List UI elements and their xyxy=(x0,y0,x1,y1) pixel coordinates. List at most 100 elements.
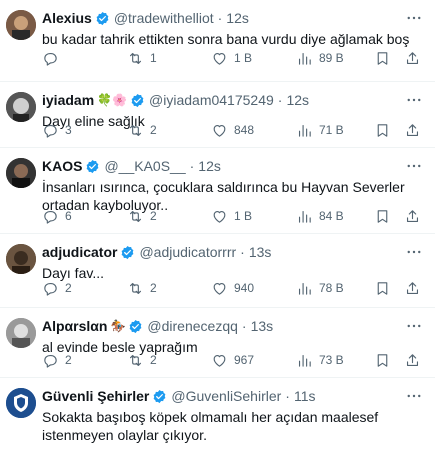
views-button[interactable]: 73 B xyxy=(296,352,344,369)
reply-icon xyxy=(44,282,57,296)
handle[interactable]: @tradewithelliot xyxy=(114,10,214,26)
share-button[interactable] xyxy=(404,280,427,297)
verified-badge-icon xyxy=(96,11,109,25)
bookmark-button[interactable] xyxy=(374,352,397,369)
reply-icon xyxy=(44,354,57,368)
like-button[interactable]: 940 xyxy=(211,280,254,297)
bookmark-icon xyxy=(377,353,388,367)
like-button[interactable]: 967 xyxy=(211,352,254,369)
name-emoji: 🏇 xyxy=(110,319,126,333)
timestamp[interactable]: 13s xyxy=(251,318,274,334)
verified-badge-icon xyxy=(122,245,134,259)
reply-icon xyxy=(44,210,57,224)
analytics-icon xyxy=(298,282,311,295)
tweet[interactable]: KAOS @__KA0S__ · 12s İnsanları ısırınca,… xyxy=(0,148,435,234)
bookmark-button[interactable] xyxy=(374,50,397,67)
handle[interactable]: @adjudicatorrrr xyxy=(139,244,236,260)
bookmark-button[interactable] xyxy=(374,122,397,139)
reply-button[interactable]: 6 xyxy=(42,208,72,225)
retweet-icon xyxy=(129,354,142,366)
avatar[interactable] xyxy=(6,158,36,188)
views-button[interactable]: 89 B xyxy=(296,50,344,67)
tweet-feed: Alexius @tradewithelliot · 12s bu kadar … xyxy=(0,0,435,450)
share-button[interactable] xyxy=(404,122,427,139)
timestamp[interactable]: 13s xyxy=(249,244,272,260)
retweet-button[interactable]: 2 xyxy=(127,280,157,297)
display-name[interactable]: iyiadam xyxy=(42,92,94,108)
reply-button[interactable]: 3 xyxy=(42,122,72,139)
retweet-icon xyxy=(129,282,142,294)
share-icon xyxy=(406,353,419,366)
share-icon xyxy=(406,281,419,294)
bookmark-icon xyxy=(377,51,388,65)
verified-badge-icon xyxy=(154,389,166,403)
like-button[interactable]: 848 xyxy=(211,122,254,139)
tweet[interactable]: iyiadam 🍀🌸 @iyiadam04175249 · 12s Dayı e… xyxy=(0,82,435,148)
display-name[interactable]: Güvenli Şehirler xyxy=(42,388,149,404)
timestamp[interactable]: 12s xyxy=(286,92,309,108)
avatar[interactable] xyxy=(6,388,36,418)
avatar[interactable] xyxy=(6,244,36,274)
bookmark-button[interactable] xyxy=(374,280,397,297)
handle[interactable]: @direnecezqq xyxy=(147,318,238,334)
display-name[interactable]: KAOS xyxy=(42,158,82,174)
like-button[interactable]: 1 B xyxy=(211,208,252,225)
bookmark-icon xyxy=(377,281,388,295)
retweet-button[interactable]: 2 xyxy=(127,122,157,139)
retweet-icon xyxy=(129,124,142,136)
reply-button[interactable] xyxy=(42,50,65,67)
handle[interactable]: @iyiadam04175249 xyxy=(149,92,274,108)
handle[interactable]: @GuvenliSehirler xyxy=(171,388,281,404)
display-name[interactable]: Alpαrslαn xyxy=(42,318,107,334)
retweet-button[interactable]: 2 xyxy=(127,352,157,369)
reply-icon xyxy=(44,124,57,138)
share-button[interactable] xyxy=(404,208,427,225)
tweet-text: bu kadar tahrik ettikten sonra bana vurd… xyxy=(42,31,410,47)
heart-icon xyxy=(213,354,226,367)
analytics-icon xyxy=(298,354,311,367)
display-name[interactable]: adjudicator xyxy=(42,244,117,260)
views-button[interactable]: 71 B xyxy=(296,122,344,139)
retweet-icon xyxy=(129,52,142,64)
timestamp[interactable]: 11s xyxy=(294,388,316,404)
heart-icon xyxy=(213,52,226,65)
more-options-icon[interactable] xyxy=(405,91,423,109)
like-button[interactable]: 1 B xyxy=(211,50,252,67)
reply-button[interactable]: 2 xyxy=(42,280,72,297)
avatar[interactable] xyxy=(6,10,36,40)
share-icon xyxy=(406,123,419,136)
more-options-icon[interactable] xyxy=(405,317,423,335)
more-options-icon[interactable] xyxy=(405,387,423,405)
avatar[interactable] xyxy=(6,318,36,348)
share-button[interactable] xyxy=(404,352,427,369)
display-name[interactable]: Alexius xyxy=(42,10,92,26)
tweet-text: Sokakta başıboş köpek olmamalı her açıda… xyxy=(42,409,379,443)
name-emoji: 🍀🌸 xyxy=(97,93,128,107)
more-options-icon[interactable] xyxy=(405,243,423,261)
share-button[interactable] xyxy=(404,50,427,67)
more-options-icon[interactable] xyxy=(405,157,423,175)
views-button[interactable]: 84 B xyxy=(296,208,344,225)
tweet[interactable]: Alexius @tradewithelliot · 12s bu kadar … xyxy=(0,0,435,82)
timestamp[interactable]: 12s xyxy=(198,158,221,174)
analytics-icon xyxy=(298,210,311,223)
tweet[interactable]: adjudicator @adjudicatorrrr · 13s Dayı f… xyxy=(0,234,435,308)
reply-icon xyxy=(44,52,57,66)
analytics-icon xyxy=(298,124,311,137)
heart-icon xyxy=(213,282,226,295)
retweet-button[interactable]: 2 xyxy=(127,208,157,225)
verified-badge-icon xyxy=(130,319,142,333)
more-options-icon[interactable] xyxy=(405,9,423,27)
analytics-icon xyxy=(298,52,311,65)
bookmark-button[interactable] xyxy=(374,208,397,225)
handle[interactable]: @__KA0S__ xyxy=(104,158,185,174)
reply-button[interactable]: 2 xyxy=(42,352,72,369)
verified-badge-icon xyxy=(87,159,99,173)
shield-logo-icon xyxy=(6,388,36,418)
views-button[interactable]: 78 B xyxy=(296,280,344,297)
tweet[interactable]: Güvenli Şehirler @GuvenliSehirler · 11s … xyxy=(0,378,435,450)
retweet-button[interactable]: 1 xyxy=(127,50,157,67)
tweet[interactable]: Alpαrslαn 🏇 @direnecezqq · 13s al evinde… xyxy=(0,308,435,378)
avatar[interactable] xyxy=(6,92,36,122)
timestamp[interactable]: 12s xyxy=(226,10,249,26)
